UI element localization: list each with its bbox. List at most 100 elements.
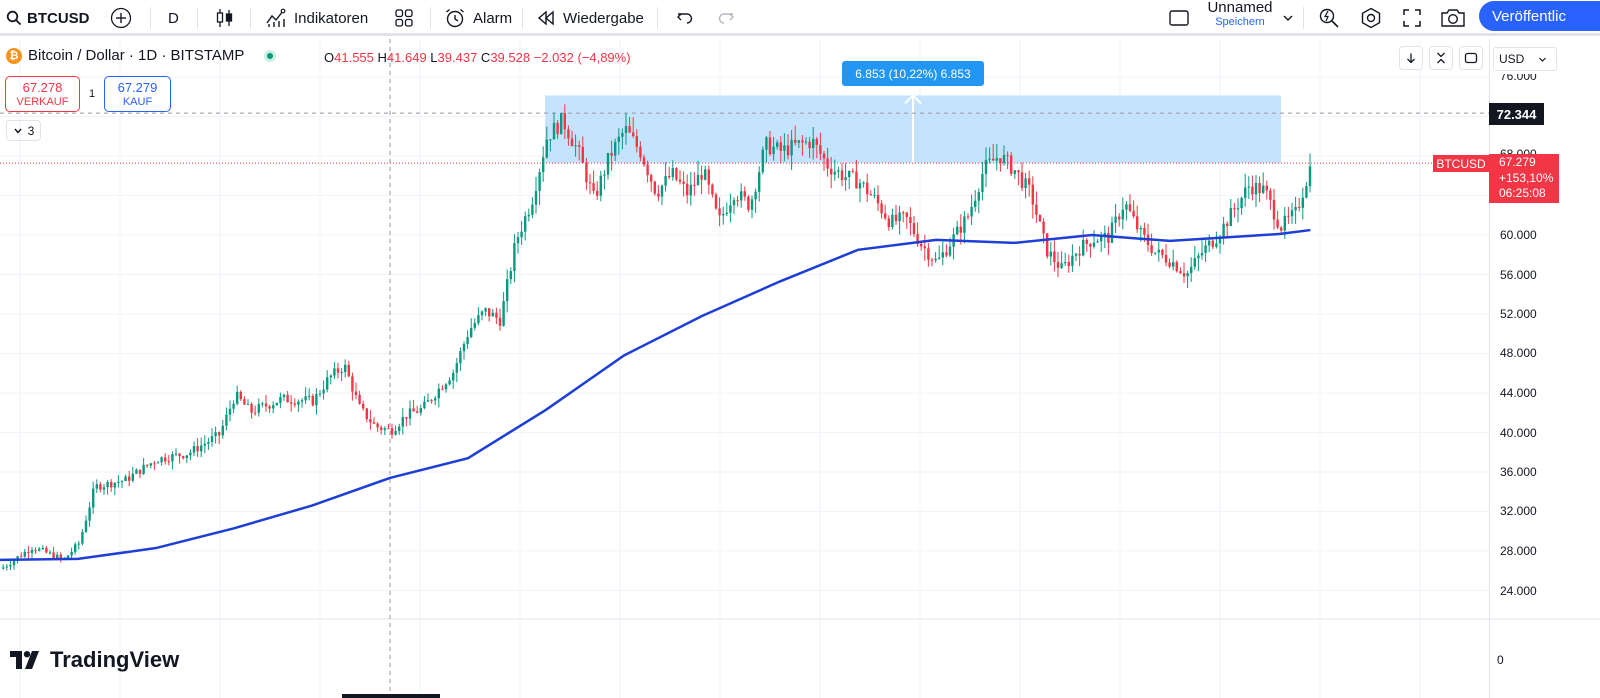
candle-body	[556, 122, 559, 135]
save-layout-link[interactable]: Speichern	[1200, 15, 1280, 29]
candle-body	[1182, 273, 1186, 277]
candle-body	[776, 142, 779, 147]
candle-body	[1222, 223, 1225, 238]
candle-body	[138, 469, 142, 474]
candle-body	[88, 507, 91, 521]
candle-body	[646, 164, 649, 176]
market-status-icon[interactable]	[264, 49, 277, 62]
bar-countdown: 06:25:08	[1499, 186, 1546, 200]
toolbar-divider	[197, 7, 198, 29]
candle-body	[124, 476, 127, 482]
layout-name-box[interactable]: Unnamed Speichern	[1200, 0, 1280, 29]
settings-button[interactable]	[1360, 0, 1382, 36]
candle-body	[41, 547, 44, 549]
candle-body	[1118, 216, 1121, 220]
chart-area[interactable]	[0, 39, 1600, 698]
candle-body	[239, 391, 242, 400]
snapshot-button[interactable]	[1440, 0, 1466, 36]
plus-circle-icon	[110, 7, 132, 29]
compare-symbol-button[interactable]	[110, 0, 132, 36]
low-value: 39.437	[437, 50, 478, 65]
candle-body	[682, 181, 685, 184]
interval-button[interactable]: D	[168, 0, 179, 36]
candle-body	[275, 402, 278, 406]
candle-body	[9, 565, 12, 567]
move-pane-down-button[interactable]	[1399, 46, 1423, 70]
candle-body	[675, 168, 678, 180]
tradingview-logo[interactable]: TradingView	[10, 647, 179, 673]
candle-body	[30, 549, 34, 553]
candle-body	[894, 214, 898, 222]
redo-button[interactable]	[717, 0, 735, 36]
candle-body	[5, 566, 8, 568]
candle-body	[340, 371, 343, 373]
buy-button[interactable]: 67.279 KAUF	[104, 76, 171, 112]
candle-body	[1287, 215, 1290, 217]
candle-body	[1049, 251, 1052, 257]
indicators-button[interactable]: Indikatoren	[265, 0, 368, 36]
candle-body	[477, 315, 480, 324]
layout-select-button[interactable]	[1168, 0, 1190, 36]
symbol-search-button[interactable]: BTCUSD	[6, 0, 90, 36]
undo-button[interactable]	[676, 0, 694, 36]
candle-body	[779, 142, 782, 151]
fullscreen-icon	[1403, 9, 1421, 27]
candle-body	[862, 182, 865, 184]
chart-legend[interactable]: ₿ Bitcoin / Dollar · 1D · BITSTAMP	[6, 47, 277, 64]
indicator-templates-button[interactable]	[394, 0, 414, 36]
candle-body	[182, 456, 185, 459]
candle-body	[308, 395, 311, 397]
candle-body	[167, 461, 170, 463]
candle-body	[563, 113, 566, 130]
tradingview-wordmark: TradingView	[50, 647, 180, 672]
candle-body	[1211, 240, 1214, 247]
publish-button[interactable]: Veröffentlic	[1479, 1, 1600, 31]
indicators-collapse-toggle[interactable]: 3	[6, 120, 41, 141]
quick-search-button[interactable]	[1318, 0, 1340, 36]
candle-body	[995, 158, 998, 161]
candle-body	[693, 184, 696, 186]
candle-body	[700, 175, 703, 180]
layout-name: Unnamed	[1207, 0, 1273, 16]
toolbar-divider	[657, 7, 658, 29]
candle-body	[909, 216, 912, 224]
candle-body	[452, 372, 455, 381]
candle-body	[45, 547, 48, 553]
symbol-title[interactable]: Bitcoin / Dollar · 1D · BITSTAMP	[28, 47, 244, 64]
replay-button[interactable]: Wiedergabe	[537, 0, 644, 36]
candle-body	[1262, 185, 1265, 193]
candle-body	[185, 455, 188, 459]
alarm-button[interactable]: Alarm	[444, 0, 512, 36]
candle-body	[495, 312, 498, 318]
sell-button[interactable]: 67.278 VERKAUF	[5, 76, 80, 112]
alarm-label: Alarm	[473, 9, 513, 27]
candle-body	[293, 403, 296, 405]
candle-body	[27, 551, 30, 553]
candle-body	[74, 544, 77, 552]
volume-tick: 0	[1497, 653, 1504, 667]
candle-body	[765, 137, 768, 150]
candle-body	[639, 146, 642, 158]
layout-menu-button[interactable]	[1281, 0, 1295, 36]
chart-type-button[interactable]	[215, 0, 235, 36]
candle-body	[257, 404, 260, 413]
candle-body	[725, 212, 728, 214]
price-chart[interactable]	[0, 39, 1600, 698]
fullscreen-button[interactable]	[1402, 0, 1422, 36]
maximize-pane-button[interactable]	[1459, 46, 1483, 70]
candle-body	[434, 398, 437, 401]
candle-body	[758, 172, 761, 192]
candle-body	[524, 216, 527, 232]
collapse-pane-button[interactable]	[1429, 46, 1453, 70]
candle-body	[462, 344, 466, 352]
candle-body	[1071, 255, 1074, 266]
candle-body	[218, 432, 221, 436]
buy-price: 67.279	[117, 80, 158, 95]
candle-body	[1125, 204, 1128, 210]
search-icon	[6, 10, 22, 26]
camera-icon	[1441, 9, 1465, 27]
buy-label: KAUF	[122, 96, 153, 108]
toolbar-divider	[250, 7, 251, 29]
currency-select[interactable]: USD	[1493, 47, 1557, 71]
time-scale-marker	[342, 694, 440, 698]
